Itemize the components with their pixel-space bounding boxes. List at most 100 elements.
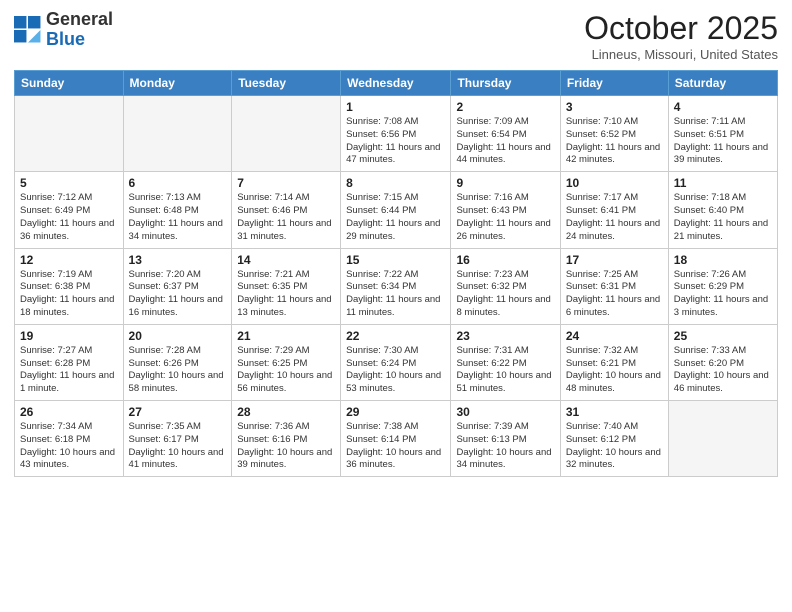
calendar-week-row: 1 Sunrise: 7:08 AM Sunset: 6:56 PM Daylig… [15, 96, 778, 172]
table-row: 8 Sunrise: 7:15 AM Sunset: 6:44 PM Daylig… [341, 172, 451, 248]
day-info: Sunrise: 7:35 AM Sunset: 6:17 PM Dayligh… [129, 421, 227, 472]
day-number: 2 [456, 100, 554, 114]
table-row: 12 Sunrise: 7:19 AM Sunset: 6:38 PM Dayli… [15, 248, 124, 324]
calendar-header-row: Sunday Monday Tuesday Wednesday Thursday… [15, 71, 778, 96]
day-number: 26 [20, 405, 118, 419]
day-info: Sunrise: 7:23 AM Sunset: 6:32 PM Dayligh… [456, 269, 554, 320]
day-number: 4 [674, 100, 772, 114]
table-row: 23 Sunrise: 7:31 AM Sunset: 6:22 PM Dayli… [451, 324, 560, 400]
calendar-week-row: 5Sunrise: 7:12 AM Sunset: 6:49 PM Daylig… [15, 172, 778, 248]
table-row [15, 96, 124, 172]
day-info: Sunrise: 7:28 AM Sunset: 6:26 PM Dayligh… [129, 345, 227, 396]
day-info: Sunrise: 7:13 AM Sunset: 6:48 PM Dayligh… [129, 192, 227, 243]
day-number: 20 [129, 329, 227, 343]
day-number: 18 [674, 253, 772, 267]
table-row: 5Sunrise: 7:12 AM Sunset: 6:49 PM Daylig… [15, 172, 124, 248]
table-row: 19Sunrise: 7:27 AM Sunset: 6:28 PM Dayli… [15, 324, 124, 400]
day-info: Sunrise: 7:08 AM Sunset: 6:56 PM Dayligh… [346, 116, 445, 167]
day-info: Sunrise: 7:17 AM Sunset: 6:41 PM Dayligh… [566, 192, 663, 243]
day-info: Sunrise: 7:16 AM Sunset: 6:43 PM Dayligh… [456, 192, 554, 243]
table-row: 17 Sunrise: 7:25 AM Sunset: 6:31 PM Dayli… [560, 248, 668, 324]
table-row: 20 Sunrise: 7:28 AM Sunset: 6:26 PM Dayli… [123, 324, 232, 400]
logo: General Blue [14, 10, 113, 50]
day-number: 7 [237, 176, 335, 190]
day-number: 27 [129, 405, 227, 419]
table-row: 2 Sunrise: 7:09 AM Sunset: 6:54 PM Daylig… [451, 96, 560, 172]
day-number: 22 [346, 329, 445, 343]
calendar-week-row: 26Sunrise: 7:34 AM Sunset: 6:18 PM Dayli… [15, 401, 778, 477]
col-thursday: Thursday [451, 71, 560, 96]
logo-icon [14, 16, 42, 44]
day-number: 23 [456, 329, 554, 343]
day-number: 6 [129, 176, 227, 190]
table-row: 18 Sunrise: 7:26 AM Sunset: 6:29 PM Dayli… [668, 248, 777, 324]
day-info: Sunrise: 7:25 AM Sunset: 6:31 PM Dayligh… [566, 269, 663, 320]
calendar: Sunday Monday Tuesday Wednesday Thursday… [14, 70, 778, 477]
table-row: 26Sunrise: 7:34 AM Sunset: 6:18 PM Dayli… [15, 401, 124, 477]
table-row: 29 Sunrise: 7:38 AM Sunset: 6:14 PM Dayli… [341, 401, 451, 477]
day-info: Sunrise: 7:31 AM Sunset: 6:22 PM Dayligh… [456, 345, 554, 396]
table-row: 30 Sunrise: 7:39 AM Sunset: 6:13 PM Dayli… [451, 401, 560, 477]
logo-general-text: General [46, 9, 113, 29]
table-row: 31 Sunrise: 7:40 AM Sunset: 6:12 PM Dayli… [560, 401, 668, 477]
table-row: 15 Sunrise: 7:22 AM Sunset: 6:34 PM Dayli… [341, 248, 451, 324]
day-number: 24 [566, 329, 663, 343]
calendar-week-row: 19Sunrise: 7:27 AM Sunset: 6:28 PM Dayli… [15, 324, 778, 400]
day-info: Sunrise: 7:40 AM Sunset: 6:12 PM Dayligh… [566, 421, 663, 472]
day-info: Sunrise: 7:15 AM Sunset: 6:44 PM Dayligh… [346, 192, 445, 243]
day-info: Sunrise: 7:10 AM Sunset: 6:52 PM Dayligh… [566, 116, 663, 167]
table-row: 13 Sunrise: 7:20 AM Sunset: 6:37 PM Dayli… [123, 248, 232, 324]
day-number: 9 [456, 176, 554, 190]
day-info: Sunrise: 7:38 AM Sunset: 6:14 PM Dayligh… [346, 421, 445, 472]
day-info: Sunrise: 7:22 AM Sunset: 6:34 PM Dayligh… [346, 269, 445, 320]
title-block: October 2025 Linneus, Missouri, United S… [584, 10, 778, 62]
day-number: 16 [456, 253, 554, 267]
table-row: 28Sunrise: 7:36 AM Sunset: 6:16 PM Dayli… [232, 401, 341, 477]
day-number: 14 [237, 253, 335, 267]
day-info: Sunrise: 7:26 AM Sunset: 6:29 PM Dayligh… [674, 269, 772, 320]
day-number: 13 [129, 253, 227, 267]
day-number: 29 [346, 405, 445, 419]
table-row: 22 Sunrise: 7:30 AM Sunset: 6:24 PM Dayli… [341, 324, 451, 400]
col-monday: Monday [123, 71, 232, 96]
day-number: 17 [566, 253, 663, 267]
col-tuesday: Tuesday [232, 71, 341, 96]
day-info: Sunrise: 7:32 AM Sunset: 6:21 PM Dayligh… [566, 345, 663, 396]
day-number: 30 [456, 405, 554, 419]
table-row [232, 96, 341, 172]
table-row: 3 Sunrise: 7:10 AM Sunset: 6:52 PM Daylig… [560, 96, 668, 172]
day-info: Sunrise: 7:21 AM Sunset: 6:35 PM Dayligh… [237, 269, 335, 320]
day-info: Sunrise: 7:20 AM Sunset: 6:37 PM Dayligh… [129, 269, 227, 320]
table-row: 25Sunrise: 7:33 AM Sunset: 6:20 PM Dayli… [668, 324, 777, 400]
day-number: 1 [346, 100, 445, 114]
table-row [123, 96, 232, 172]
day-info: Sunrise: 7:30 AM Sunset: 6:24 PM Dayligh… [346, 345, 445, 396]
table-row: 16 Sunrise: 7:23 AM Sunset: 6:32 PM Dayli… [451, 248, 560, 324]
day-number: 8 [346, 176, 445, 190]
day-info: Sunrise: 7:39 AM Sunset: 6:13 PM Dayligh… [456, 421, 554, 472]
day-info: Sunrise: 7:19 AM Sunset: 6:38 PM Dayligh… [20, 269, 118, 320]
day-info: Sunrise: 7:18 AM Sunset: 6:40 PM Dayligh… [674, 192, 772, 243]
day-number: 28 [237, 405, 335, 419]
table-row: 14 Sunrise: 7:21 AM Sunset: 6:35 PM Dayli… [232, 248, 341, 324]
calendar-week-row: 12 Sunrise: 7:19 AM Sunset: 6:38 PM Dayli… [15, 248, 778, 324]
day-info: Sunrise: 7:09 AM Sunset: 6:54 PM Dayligh… [456, 116, 554, 167]
col-sunday: Sunday [15, 71, 124, 96]
col-saturday: Saturday [668, 71, 777, 96]
month-title: October 2025 [584, 10, 778, 47]
day-info: Sunrise: 7:27 AM Sunset: 6:28 PM Dayligh… [20, 345, 118, 396]
day-number: 15 [346, 253, 445, 267]
table-row: 7Sunrise: 7:14 AM Sunset: 6:46 PM Daylig… [232, 172, 341, 248]
day-number: 3 [566, 100, 663, 114]
day-number: 21 [237, 329, 335, 343]
table-row: 9 Sunrise: 7:16 AM Sunset: 6:43 PM Daylig… [451, 172, 560, 248]
table-row: 11Sunrise: 7:18 AM Sunset: 6:40 PM Dayli… [668, 172, 777, 248]
table-row: 4Sunrise: 7:11 AM Sunset: 6:51 PM Daylig… [668, 96, 777, 172]
col-friday: Friday [560, 71, 668, 96]
day-number: 31 [566, 405, 663, 419]
col-wednesday: Wednesday [341, 71, 451, 96]
day-info: Sunrise: 7:29 AM Sunset: 6:25 PM Dayligh… [237, 345, 335, 396]
table-row: 21 Sunrise: 7:29 AM Sunset: 6:25 PM Dayli… [232, 324, 341, 400]
day-info: Sunrise: 7:33 AM Sunset: 6:20 PM Dayligh… [674, 345, 772, 396]
day-number: 12 [20, 253, 118, 267]
